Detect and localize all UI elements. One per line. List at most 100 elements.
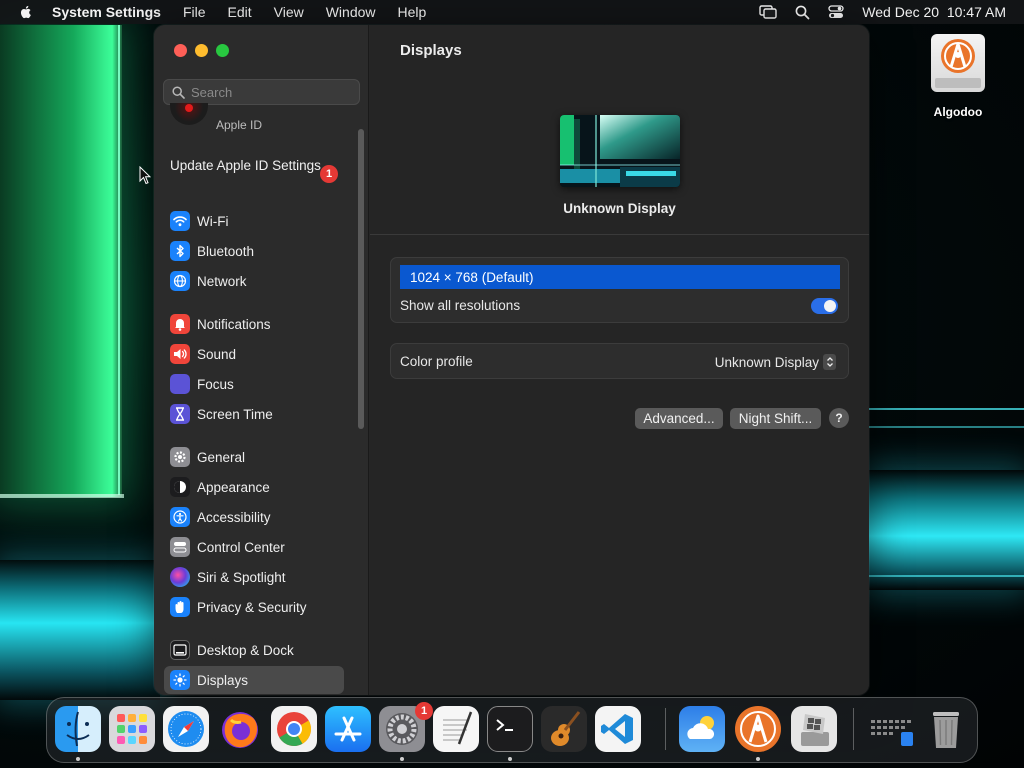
- color-profile-select[interactable]: Unknown Display: [715, 354, 836, 370]
- dock-boot-camp-icon[interactable]: [791, 706, 837, 752]
- dock-algodoo-icon[interactable]: [735, 706, 781, 752]
- globe-icon: [170, 271, 190, 291]
- moon-icon: [170, 374, 190, 394]
- menu-bar-clock[interactable]: Wed Dec 20 10:47 AM: [862, 4, 1006, 20]
- wallpaper-line: [864, 575, 1024, 577]
- sidebar-item-label: Accessibility: [197, 509, 271, 525]
- sidebar-item-sound[interactable]: Sound: [164, 340, 344, 368]
- sun-icon: [170, 670, 190, 690]
- wallpaper-green-line: [118, 25, 120, 495]
- menu-window[interactable]: Window: [326, 4, 376, 20]
- wallpaper-green-panel: [0, 25, 122, 497]
- window-controls: [174, 44, 229, 57]
- sidebar-item-label: Bluetooth: [197, 243, 255, 259]
- wifi-icon: [170, 211, 190, 231]
- sidebar-item-accessibility[interactable]: Accessibility: [164, 503, 344, 531]
- sidebar-item-label: Wi-Fi: [197, 213, 229, 229]
- desktop-icon-label: Algodoo: [933, 105, 983, 119]
- dock-downloads-stack-icon[interactable]: [869, 706, 915, 752]
- sidebar-item-siri-spotlight[interactable]: Siri & Spotlight: [164, 563, 344, 591]
- displays-pane: Displays Unknown Display 1024 × 768 (Def…: [370, 25, 869, 695]
- sidebar-search[interactable]: [163, 79, 360, 105]
- sidebar-item-screen-time[interactable]: Screen Time: [164, 400, 344, 428]
- dock-finder-icon[interactable]: [55, 706, 101, 752]
- menu-file[interactable]: File: [183, 4, 206, 20]
- resolution-option-selected[interactable]: 1024 × 768 (Default): [400, 265, 840, 289]
- color-profile-label: Color profile: [400, 354, 473, 369]
- dock-settings-badge: 1: [415, 702, 433, 720]
- dock-app-store-icon[interactable]: [325, 706, 371, 752]
- sidebar-item-displays[interactable]: Displays: [164, 666, 344, 694]
- chevron-up-down-icon: [823, 354, 836, 370]
- wallpaper-green-bottom-line: [0, 494, 124, 498]
- search-input[interactable]: [191, 84, 351, 100]
- color-profile-value: Unknown Display: [714, 354, 819, 370]
- dock-chrome-icon[interactable]: [271, 706, 317, 752]
- sidebar-item-privacy-security[interactable]: Privacy & Security: [164, 593, 344, 621]
- sidebar-item-label: Focus: [197, 376, 234, 392]
- hand-icon: [170, 597, 190, 617]
- wallpaper-cyan-glow-right: [864, 470, 1024, 590]
- dock-garageband-icon[interactable]: [541, 706, 587, 752]
- running-indicator: [508, 757, 512, 761]
- show-all-resolutions-toggle[interactable]: [811, 298, 838, 314]
- sidebar-item-focus[interactable]: Focus: [164, 370, 344, 398]
- dock-firefox-icon[interactable]: [217, 706, 263, 752]
- sidebar-item-general[interactable]: General: [164, 443, 344, 471]
- advanced-button[interactable]: Advanced...: [635, 408, 723, 429]
- dock-trash-icon[interactable]: [923, 706, 969, 752]
- desktop-icon-algodoo[interactable]: Algodoo: [920, 34, 996, 119]
- zoom-window-button[interactable]: [216, 44, 229, 57]
- screen-mirroring-icon[interactable]: [759, 5, 777, 19]
- sidebar-item-bluetooth[interactable]: Bluetooth: [164, 237, 344, 265]
- update-badge: 1: [320, 165, 338, 183]
- bluetooth-icon: [170, 241, 190, 261]
- minimize-window-button[interactable]: [195, 44, 208, 57]
- dock-safari-icon[interactable]: [163, 706, 209, 752]
- wallpaper-line: [864, 426, 1024, 428]
- control-center-icon[interactable]: [828, 5, 844, 19]
- gear-icon: [170, 447, 190, 467]
- display-preview-thumbnail[interactable]: [560, 115, 680, 187]
- divider: [370, 234, 869, 235]
- display-name-label: Unknown Display: [563, 201, 676, 216]
- menu-help[interactable]: Help: [398, 4, 427, 20]
- dock-textedit-icon[interactable]: [433, 706, 479, 752]
- dock-weather-icon[interactable]: [679, 706, 725, 752]
- sidebar-item-control-center[interactable]: Control Center: [164, 533, 344, 561]
- running-indicator: [756, 757, 760, 761]
- close-window-button[interactable]: [174, 44, 187, 57]
- sidebar-item-label: Displays: [197, 672, 249, 688]
- wallpaper-cyan-glow-left: [0, 560, 160, 700]
- sidebar-item-label: Siri & Spotlight: [197, 569, 286, 585]
- sidebar-item-appearance[interactable]: Appearance: [164, 473, 344, 501]
- show-all-resolutions-label: Show all resolutions: [400, 298, 521, 313]
- dock-icon: [170, 640, 190, 660]
- sidebar-item-label: General: [197, 449, 246, 465]
- menu-bar: System Settings File Edit View Window He…: [0, 0, 1024, 24]
- sidebar-scrollbar[interactable]: [358, 129, 364, 429]
- spotlight-search-icon[interactable]: [795, 5, 810, 20]
- sidebar-item-network[interactable]: Network: [164, 267, 344, 295]
- sidebar-item-label: Sound: [197, 346, 237, 362]
- dock-vscode-icon[interactable]: [595, 706, 641, 752]
- resolution-card: 1024 × 768 (Default) Show all resolution…: [390, 257, 849, 323]
- menu-view[interactable]: View: [274, 4, 304, 20]
- siri-icon: [170, 567, 190, 587]
- dock-launchpad-icon[interactable]: [109, 706, 155, 752]
- menu-edit[interactable]: Edit: [228, 4, 252, 20]
- help-button[interactable]: ?: [829, 408, 849, 428]
- night-shift-button[interactable]: Night Shift...: [730, 408, 821, 429]
- page-title: Displays: [400, 42, 462, 59]
- menu-app-name[interactable]: System Settings: [52, 4, 161, 20]
- sidebar-item-update-apple-id[interactable]: Update Apple ID Settings: [170, 158, 345, 174]
- sidebar-item-label: Notifications: [197, 316, 271, 332]
- sidebar-item-desktop-dock[interactable]: Desktop & Dock: [164, 636, 344, 664]
- sidebar-item-wifi[interactable]: Wi-Fi: [164, 207, 344, 235]
- sidebar-item-notifications[interactable]: Notifications: [164, 310, 344, 338]
- apple-logo-icon[interactable]: [18, 4, 34, 20]
- wallpaper-line: [864, 408, 1024, 410]
- dock-terminal-icon[interactable]: [487, 706, 533, 752]
- sidebar-item-label: Privacy & Security: [197, 599, 307, 615]
- apple-id-label: Apple ID: [216, 118, 263, 132]
